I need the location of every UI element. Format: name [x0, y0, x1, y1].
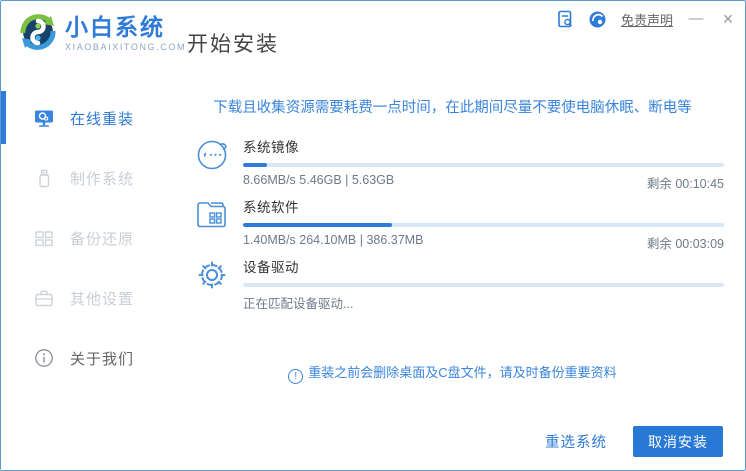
- task-remaining: 剩余 00:10:45: [646, 177, 724, 191]
- sidebar-item-label: 在线重装: [70, 110, 135, 128]
- info-icon: [34, 348, 54, 368]
- backup-warning-text: 重装之前会删除桌面及C盘文件，请及时备份重要资料: [308, 365, 617, 380]
- sidebar-item-label: 制作系统: [70, 170, 135, 188]
- minimize-button[interactable]: —: [687, 10, 705, 28]
- active-indicator: [1, 91, 6, 144]
- task-stats: 8.66MB/s 5.46GB | 5.63GB: [243, 173, 395, 187]
- app-logo-icon: [15, 9, 61, 55]
- brand-name: 小白系统: [65, 14, 165, 40]
- task-system-software: 系统软件 1.40MB/s 264.10MB | 386.37MB 剩余 00:…: [193, 195, 724, 251]
- progress-bar-fill: [243, 163, 268, 167]
- task-title: 设备驱动: [243, 260, 299, 275]
- briefcase-icon: [34, 288, 54, 308]
- backup-warning: ! 重装之前会删除桌面及C盘文件，请及时备份重要资料: [171, 362, 734, 384]
- task-title: 系统软件: [243, 200, 299, 215]
- document-search-icon[interactable]: [557, 10, 575, 28]
- progress-bar-fill: [243, 223, 393, 227]
- task-stats: 正在匹配设备驱动...: [243, 297, 354, 311]
- app-window: 小白系统 XIAOBAIXITONG.COM 开始安装 免责声明 — × 在线重…: [0, 0, 746, 471]
- backup-grid-icon: [34, 228, 54, 248]
- disclaimer-link[interactable]: 免责声明: [621, 10, 673, 29]
- gear-icon: [193, 255, 231, 293]
- sidebar-item-label: 备份还原: [70, 230, 135, 248]
- exclamation-circle-icon: !: [288, 369, 304, 384]
- download-notice: 下载且收集资源需要耗费一点时间，在此期间尽量不要使电脑休眠、断电等: [213, 100, 692, 116]
- progress-bar: [243, 163, 724, 167]
- monitor-reinstall-icon: [34, 108, 54, 128]
- progress-bar: [243, 283, 724, 287]
- brand-globe-icon[interactable]: [589, 10, 607, 28]
- brand-domain: XIAOBAIXITONG.COM: [65, 42, 187, 52]
- close-button[interactable]: ×: [719, 10, 737, 28]
- sidebar-item-online-reinstall[interactable]: 在线重装: [1, 88, 171, 148]
- cancel-install-button[interactable]: 取消安装: [633, 426, 723, 457]
- footer: 重选系统 取消安装: [545, 426, 723, 457]
- task-stats: 1.40MB/s 264.10MB | 386.37MB: [243, 233, 424, 247]
- main-content: 下载且收集资源需要耗费一点时间，在此期间尽量不要使电脑休眠、断电等 系统镜像 8…: [171, 63, 744, 408]
- mascot-face-icon: [193, 135, 231, 173]
- task-title: 系统镜像: [243, 140, 299, 155]
- task-device-driver: 设备驱动 正在匹配设备驱动...: [193, 255, 724, 311]
- sidebar-item-make-system[interactable]: 制作系统: [1, 148, 171, 208]
- usb-drive-icon: [34, 168, 54, 188]
- brand: 小白系统 XIAOBAIXITONG.COM: [65, 14, 186, 52]
- progress-bar: [243, 223, 724, 227]
- sidebar-item-backup-restore[interactable]: 备份还原: [1, 208, 171, 268]
- task-system-image: 系统镜像 8.66MB/s 5.46GB | 5.63GB 剩余 00:10:4…: [193, 135, 724, 191]
- task-remaining: 剩余 00:03:09: [646, 237, 724, 251]
- sidebar-item-about-us[interactable]: 关于我们: [1, 328, 171, 388]
- software-folder-icon: [193, 195, 231, 233]
- reselect-system-link[interactable]: 重选系统: [545, 431, 607, 452]
- sidebar-item-label: 关于我们: [70, 350, 135, 368]
- titlebar: 免责声明 — ×: [557, 8, 737, 30]
- header: 小白系统 XIAOBAIXITONG.COM 开始安装 免责声明 — ×: [1, 1, 745, 63]
- page-title: 开始安装: [187, 33, 279, 56]
- sidebar-item-other-settings[interactable]: 其他设置: [1, 268, 171, 328]
- sidebar: 在线重装 制作系统 备份还原 其他设置 关于我们: [1, 63, 171, 470]
- sidebar-item-label: 其他设置: [70, 290, 135, 308]
